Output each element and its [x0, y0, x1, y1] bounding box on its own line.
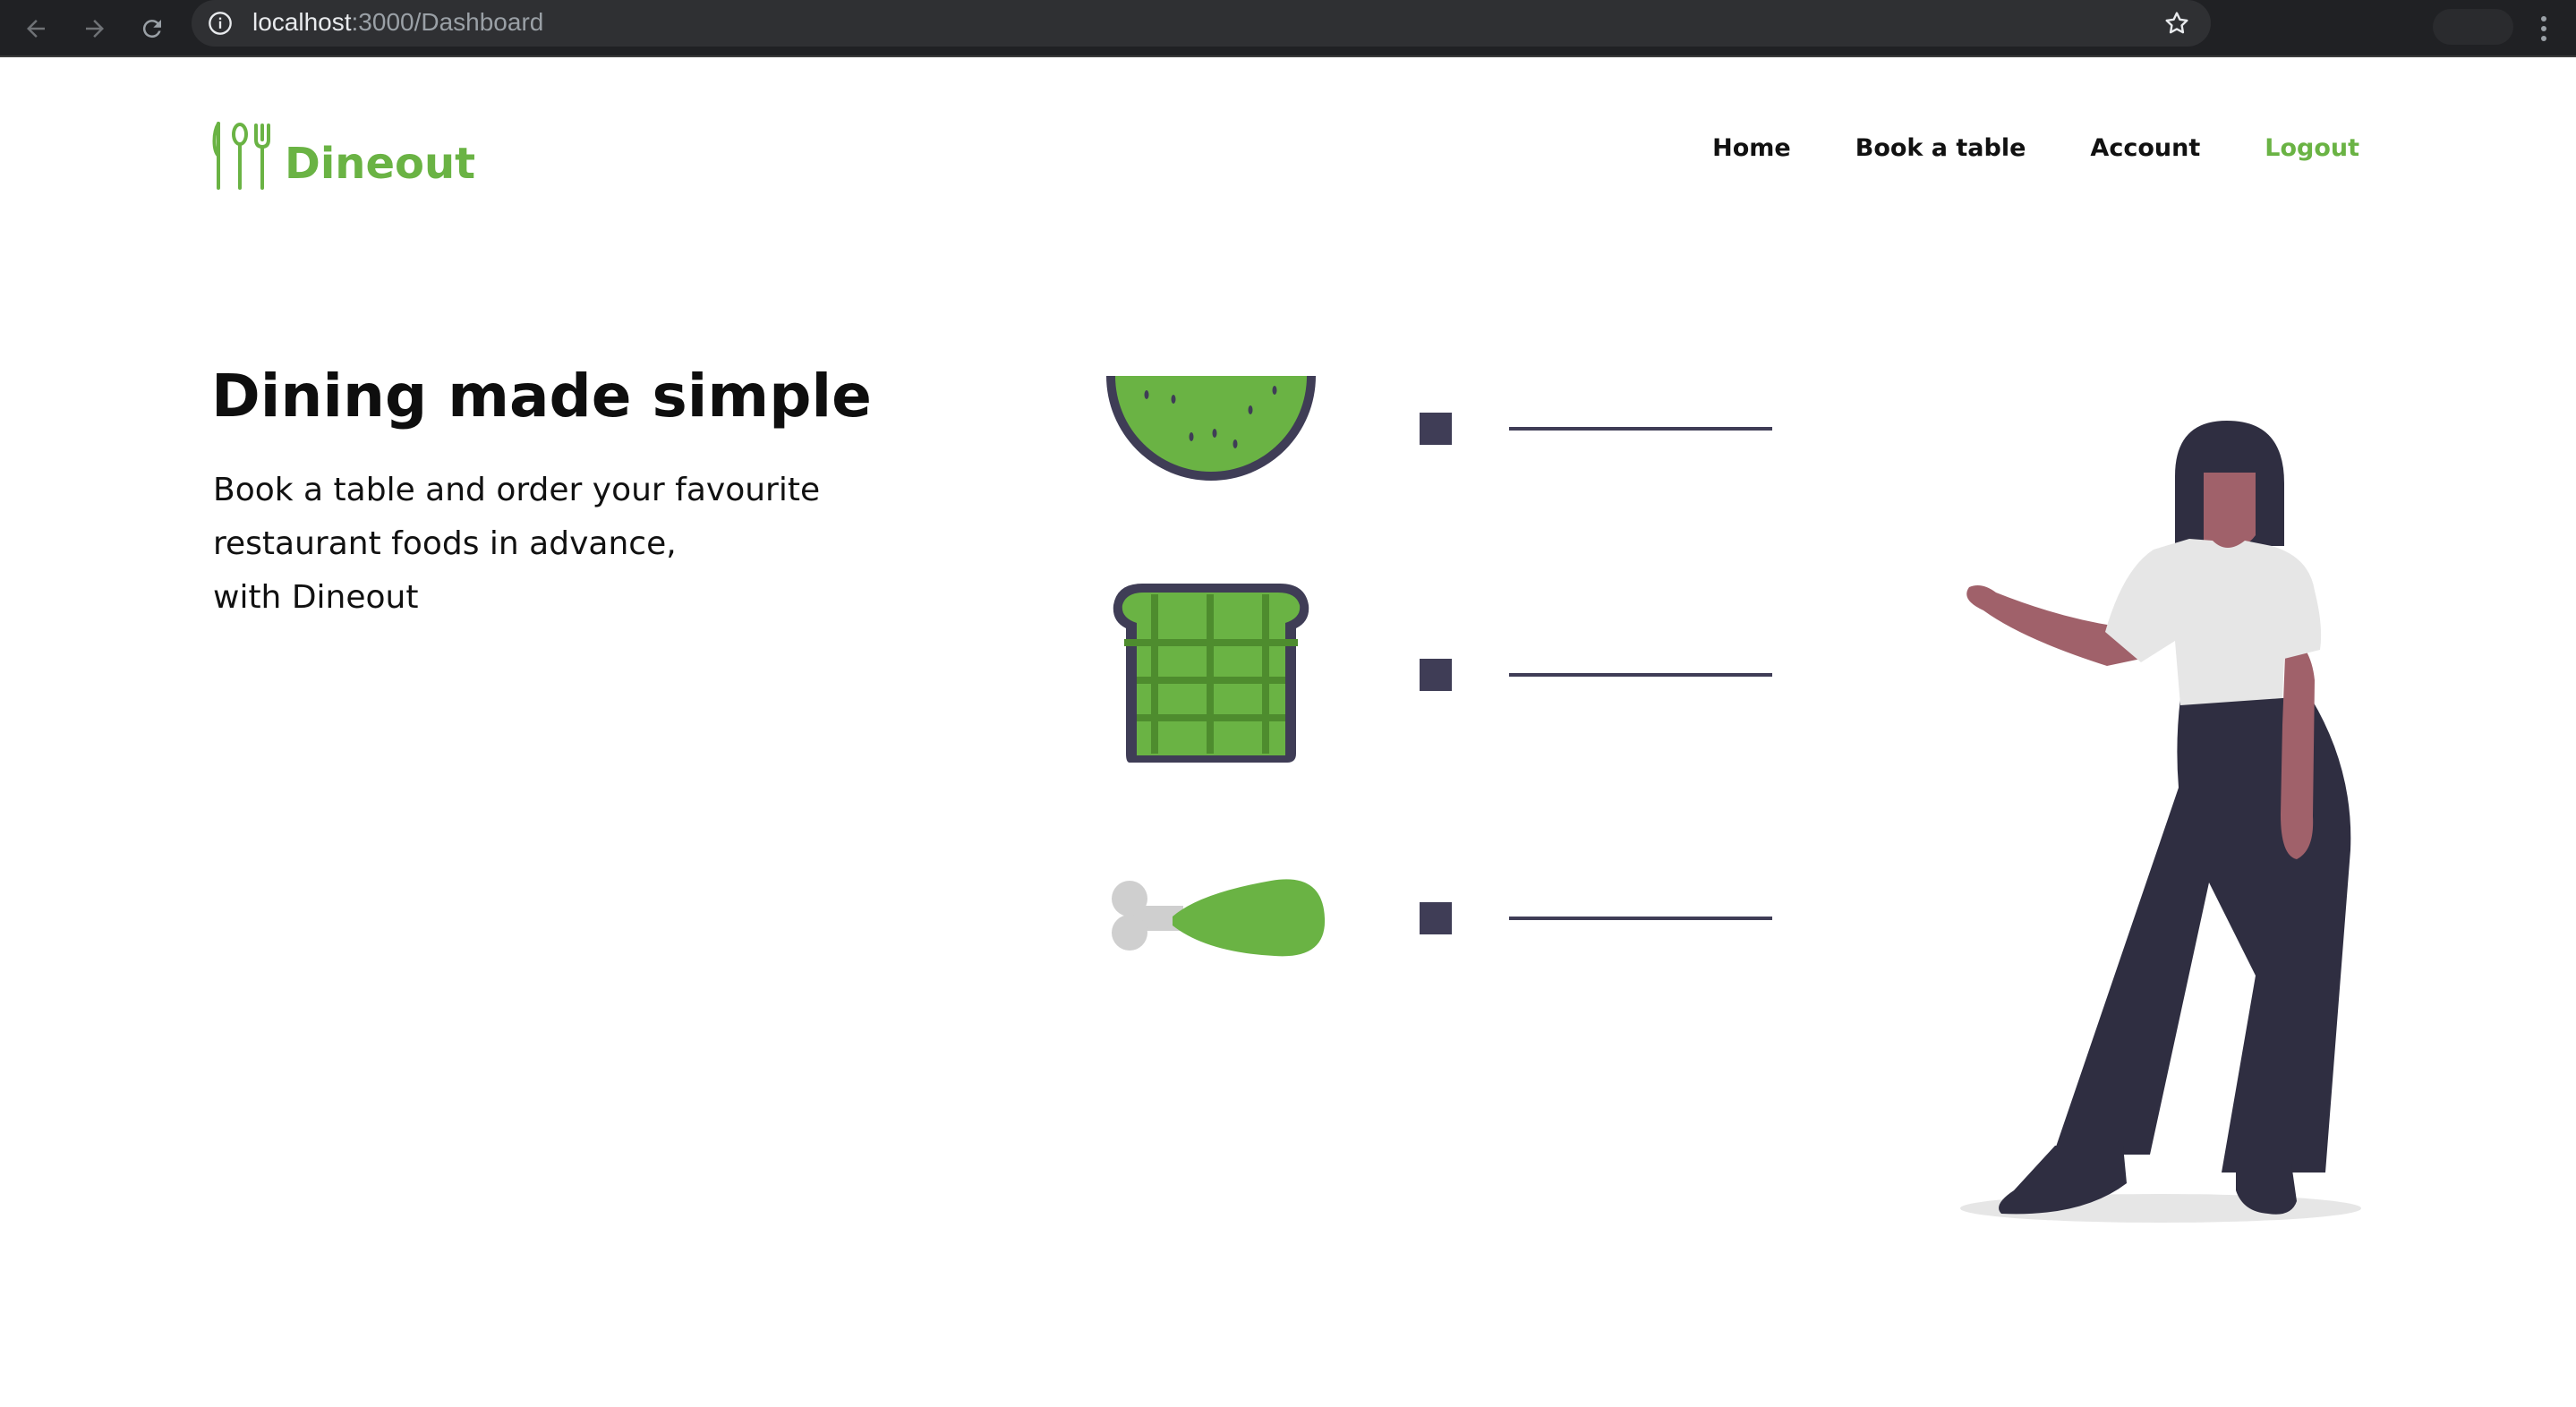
url-text: localhost:3000/Dashboard	[252, 8, 543, 37]
more-vert-icon[interactable]	[2522, 7, 2565, 50]
toast-icon	[1113, 584, 1309, 763]
toolbar-divider	[0, 55, 2576, 57]
drumstick-icon	[1112, 879, 1326, 957]
list-bullet	[1420, 902, 1452, 934]
star-icon[interactable]	[2162, 9, 2191, 38]
hero-illustration	[1106, 376, 2361, 1223]
brand-name: Dineout	[285, 139, 476, 189]
hero-line-2: restaurant foods in advance,	[213, 525, 677, 562]
reload-button[interactable]	[131, 7, 174, 50]
cutlery-icon	[212, 122, 270, 190]
brand-logo[interactable]: Dineout	[211, 120, 475, 192]
list-bullet	[1420, 413, 1452, 445]
nav-logout[interactable]: Logout	[2265, 134, 2359, 162]
hero-description: Book a table and order your favourite re…	[213, 464, 893, 625]
nav-book-a-table[interactable]: Book a table	[1855, 134, 2026, 162]
person-figure	[1960, 421, 2361, 1223]
nav-home[interactable]: Home	[1712, 134, 1791, 162]
address-bar[interactable]: localhost:3000/Dashboard	[192, 0, 2211, 47]
watermelon-icon	[1106, 376, 1316, 481]
main-nav: Home Book a table Account Logout	[1648, 134, 2359, 162]
browser-toolbar: localhost:3000/Dashboard	[0, 0, 2576, 57]
profile-avatar[interactable]	[2433, 9, 2513, 45]
url-path: :3000/Dashboard	[351, 8, 544, 36]
forward-button[interactable]	[73, 7, 116, 50]
list-bullet	[1420, 659, 1452, 691]
hero-title: Dining made simple	[211, 362, 872, 431]
hero-line-1: Book a table and order your favourite	[213, 472, 821, 508]
back-button[interactable]	[14, 7, 57, 50]
reload-icon	[142, 20, 161, 38]
nav-account[interactable]: Account	[2090, 134, 2200, 162]
forward-arrow-icon	[86, 20, 104, 38]
info-icon[interactable]	[208, 11, 233, 36]
back-arrow-icon	[27, 20, 45, 38]
hero-line-3: with Dineout	[213, 579, 419, 616]
url-host: localhost	[252, 8, 352, 36]
